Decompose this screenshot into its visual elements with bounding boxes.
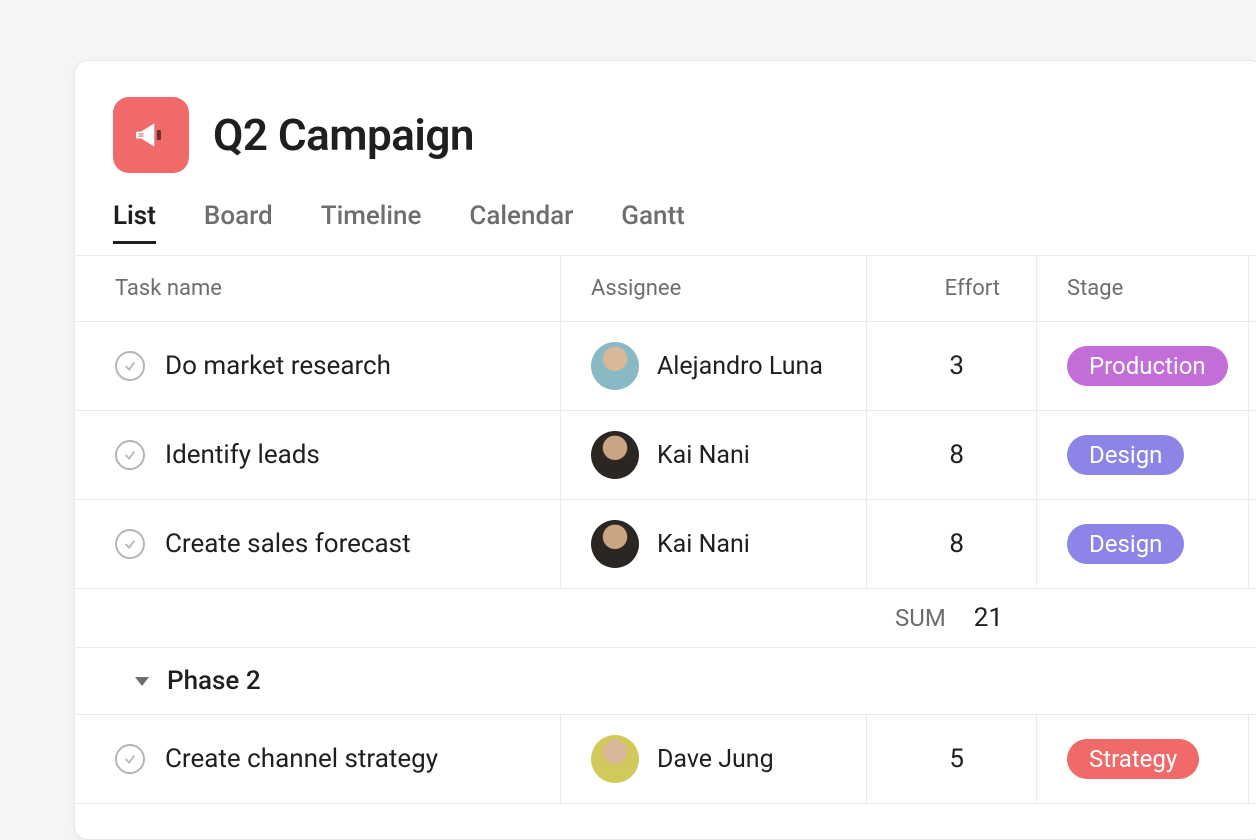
sum-row: SUM 21 [75,589,1256,648]
tab-timeline[interactable]: Timeline [321,201,422,243]
section-header[interactable]: Phase 2 [75,648,1256,715]
avatar[interactable] [591,520,639,568]
table-row[interactable]: Identify leads Kai Nani 8 Design [75,411,1256,500]
table-row[interactable]: Create channel strategy Dave Jung 5 Stra… [75,715,1256,804]
effort-value: 3 [897,351,1000,381]
avatar[interactable] [591,735,639,783]
tab-board[interactable]: Board [204,201,273,243]
check-circle-icon[interactable] [115,529,145,559]
col-header-stage[interactable]: Stage [1037,256,1249,321]
table-row[interactable]: Create sales forecast Kai Nani 8 Design [75,500,1256,589]
effort-value: 8 [897,440,1000,470]
assignee-name: Kai Nani [657,441,750,470]
assignee-name: Alejandro Luna [657,352,823,381]
chevron-down-icon [135,677,149,686]
task-name-label: Identify leads [165,440,320,470]
table-row[interactable]: Do market research Alejandro Luna 3 Prod… [75,322,1256,411]
tab-calendar[interactable]: Calendar [469,201,573,243]
tab-gantt[interactable]: Gantt [621,201,685,243]
col-header-assignee[interactable]: Assignee [561,256,867,321]
section-title: Phase 2 [167,666,261,696]
tab-list[interactable]: List [113,201,156,243]
project-header: Q2 Campaign [75,61,1256,201]
effort-value: 5 [897,744,1000,774]
stage-badge[interactable]: Design [1067,524,1184,564]
task-name-label: Do market research [165,351,391,381]
megaphone-icon [131,115,171,155]
sum-label: SUM [895,604,946,632]
view-tabs: List Board Timeline Calendar Gantt [75,201,1256,256]
assignee-name: Kai Nani [657,530,750,559]
table-header-row: Task name Assignee Effort Stage [75,256,1256,322]
assignee-name: Dave Jung [657,745,774,774]
check-circle-icon[interactable] [115,351,145,381]
avatar[interactable] [591,431,639,479]
stage-badge[interactable]: Design [1067,435,1184,475]
project-icon-wrapper[interactable] [113,97,189,173]
stage-badge[interactable]: Strategy [1067,739,1199,779]
stage-badge[interactable]: Production [1067,346,1228,386]
task-name-label: Create channel strategy [165,744,438,774]
page-title: Q2 Campaign [213,109,474,161]
task-table: Task name Assignee Effort Stage Do marke… [75,256,1256,804]
check-circle-icon[interactable] [115,744,145,774]
check-circle-icon[interactable] [115,440,145,470]
col-header-end [1249,256,1256,321]
effort-value: 8 [897,529,1000,559]
col-header-effort[interactable]: Effort [867,256,1037,321]
avatar[interactable] [591,342,639,390]
sum-value: 21 [974,603,1003,633]
col-header-task[interactable]: Task name [75,256,561,321]
project-window: Q2 Campaign List Board Timeline Calendar… [74,60,1256,840]
task-name-label: Create sales forecast [165,529,411,559]
